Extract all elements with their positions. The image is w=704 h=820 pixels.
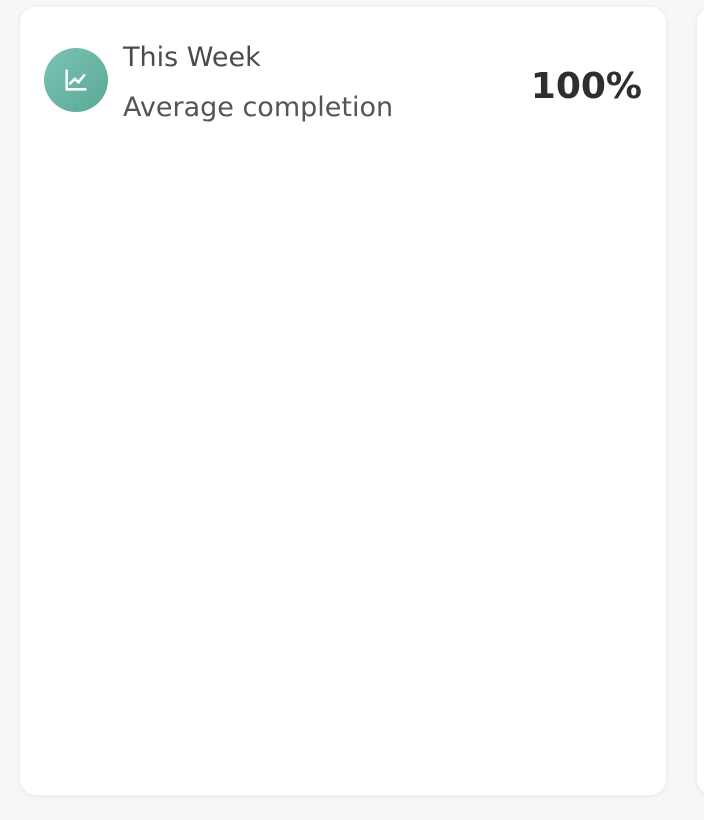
- card-header: This Week Average completion 100%: [44, 41, 642, 127]
- card-title: This Week: [123, 42, 261, 73]
- card-text-block: This Week Average completion: [123, 41, 483, 127]
- weekly-completion-card: This Week Average completion 100%: [20, 7, 666, 795]
- adjacent-card-edge: [697, 7, 704, 795]
- completion-value: 100%: [530, 66, 642, 107]
- card-subtitle: Average completion: [123, 92, 394, 123]
- page: This Week Average completion 100%: [0, 0, 704, 820]
- line-chart-icon: [44, 48, 108, 112]
